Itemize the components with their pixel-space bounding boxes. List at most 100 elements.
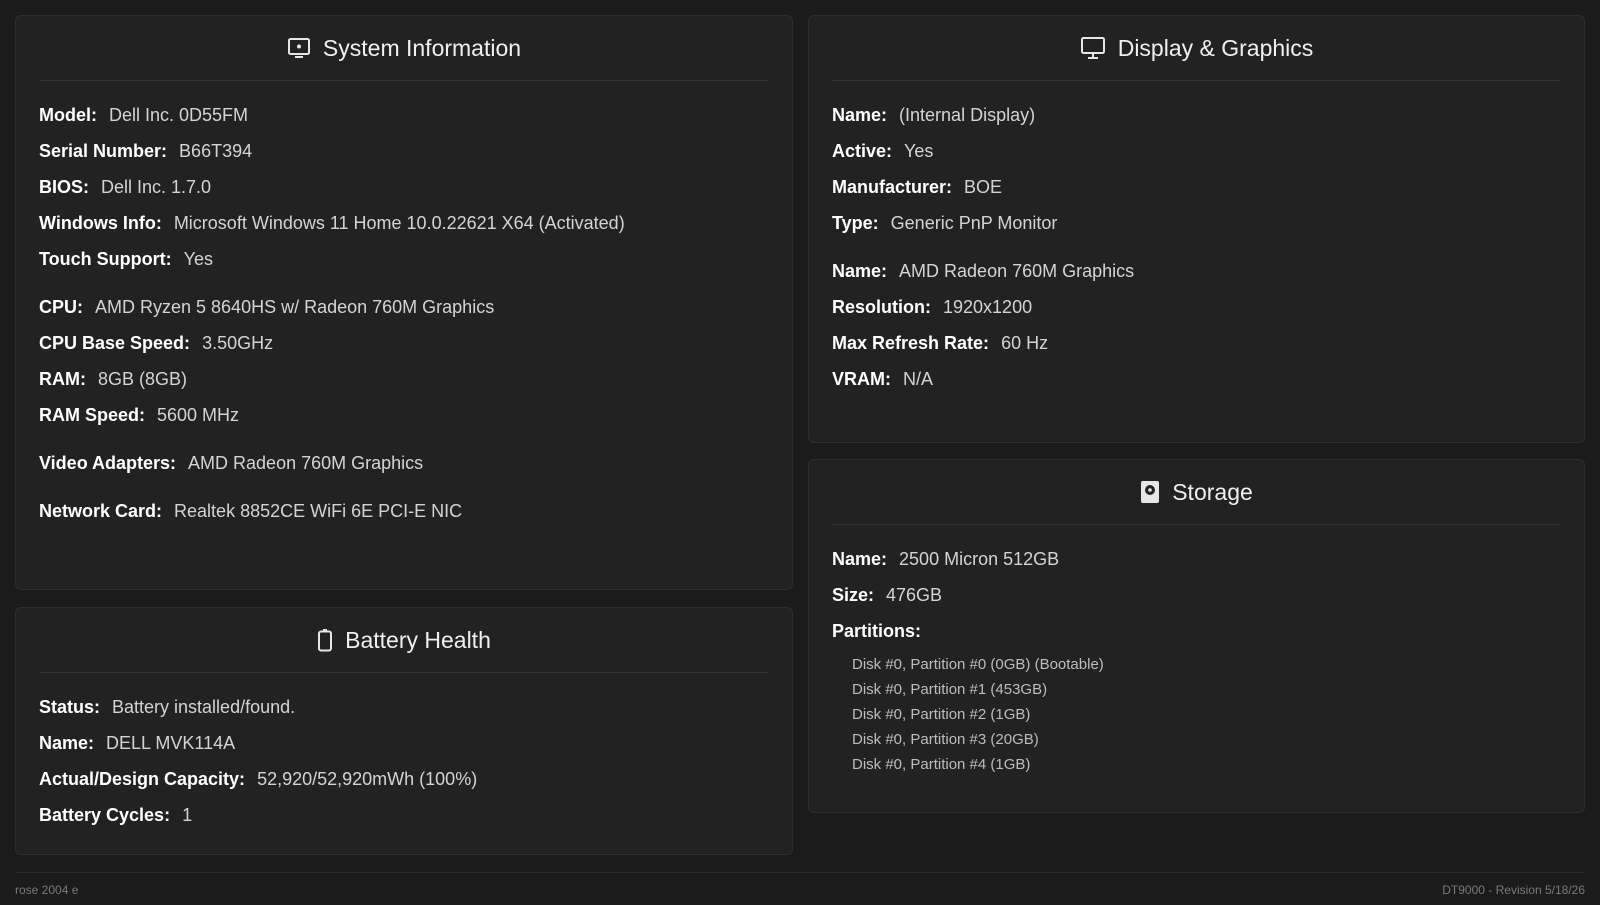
row-value: (Internal Display) [899, 105, 1036, 125]
footer-revision-text: DT9000 - Revision 5/18/26 [1442, 882, 1585, 897]
battery-icon [317, 628, 333, 652]
row-value: 1920x1200 [943, 297, 1033, 317]
row-value: 476GB [886, 585, 943, 605]
row-label: Windows Info: [39, 213, 162, 233]
panel-header: Storage [832, 460, 1561, 525]
row-value: B66T394 [179, 141, 253, 161]
info-row-capacity: Actual/Design Capacity: 52,920/52,920mWh … [39, 768, 769, 790]
row-label: Video Adapters: [39, 453, 177, 473]
panel-title: Battery Health [345, 626, 491, 653]
list-item: Disk #0, Partition #3 (20GB) [852, 731, 1039, 748]
row-value: AMD Ryzen 5 8640HS w/ Radeon 760M Graphi… [95, 297, 495, 317]
info-row-partitions: Partitions: [832, 620, 1561, 642]
battery-health-panel: Battery Health Status: Battery installed/… [15, 607, 793, 855]
panel-title: System Information [322, 34, 522, 61]
row-value: Dell Inc. 1.7.0 [101, 177, 212, 197]
row-label: Size: [832, 585, 875, 605]
row-value: N/A [903, 369, 934, 389]
info-row-model: Model: Dell Inc. 0D55FM [39, 104, 769, 126]
info-row-cpu: CPU: AMD Ryzen 5 8640HS w/ Radeon 760M Gr… [39, 296, 769, 318]
app-window: System Information Model: Dell Inc. 0D55F… [0, 0, 1600, 905]
row-value: 3.50GHz [202, 333, 274, 353]
info-row-ram-speed: RAM Speed: 5600 MHz [39, 404, 769, 426]
info-row-video: Video Adapters: AMD Radeon 760M Graphics [39, 452, 769, 474]
display-rows: Name: (Internal Display) Active: Yes Manuf… [832, 104, 1561, 390]
row-label: Actual/Design Capacity: [39, 769, 246, 789]
info-row-serial: Serial Number: B66T394 [39, 140, 769, 162]
info-row-battery-name: Name: DELL MVK114A [39, 732, 769, 754]
row-value: Microsoft Windows 11 Home 10.0.22621 X64… [173, 213, 625, 233]
monitor-icon [1080, 36, 1106, 60]
storage-rows: Name: 2500 Micron 512GB Size: 476GB Partit… [832, 548, 1561, 777]
disk-icon [1140, 480, 1160, 504]
info-row-type: Type: Generic PnP Monitor [832, 212, 1561, 234]
row-label: Manufacturer: [832, 177, 953, 197]
info-row-manufacturer: Manufacturer: BOE [832, 176, 1561, 198]
footer-left-text: rose 2004 e [15, 882, 79, 897]
info-row-touch: Touch Support: Yes [39, 248, 769, 270]
info-row-resolution: Resolution: 1920x1200 [832, 296, 1561, 318]
row-value: 8GB (8GB) [98, 369, 188, 389]
row-value: Realtek 8852CE WiFi 6E PCI-E NIC [174, 501, 463, 521]
row-value: 60 Hz [1001, 333, 1049, 353]
row-label: Name: [832, 549, 888, 569]
row-label: BIOS: [39, 177, 90, 197]
row-label: Max Refresh Rate: [832, 333, 990, 353]
info-row-disk-name: Name: 2500 Micron 512GB [832, 548, 1561, 570]
computer-icon [287, 37, 311, 59]
row-value: 2500 Micron 512GB [899, 549, 1060, 569]
row-value: Dell Inc. 0D55FM [109, 105, 249, 125]
row-label: Partitions: [832, 621, 922, 641]
list-item: Disk #0, Partition #4 (1GB) [852, 756, 1031, 773]
row-label: Battery Cycles: [39, 805, 171, 825]
row-label: Name: [832, 105, 888, 125]
list-item: Disk #0, Partition #1 (453GB) [852, 681, 1048, 698]
info-row-bios: BIOS: Dell Inc. 1.7.0 [39, 176, 769, 198]
info-row-vram: VRAM: N/A [832, 368, 1561, 390]
display-graphics-panel: Display & Graphics Name: (Internal Displa… [808, 15, 1585, 443]
battery-rows: Status: Battery installed/found. Name: DEL… [39, 696, 769, 826]
row-label: RAM Speed: [39, 405, 146, 425]
info-row-disk-size: Size: 476GB [832, 584, 1561, 606]
row-value: AMD Radeon 760M Graphics [899, 261, 1135, 281]
row-label: Active: [832, 141, 893, 161]
panel-header: Display & Graphics [832, 16, 1561, 81]
row-value: Yes [183, 249, 214, 269]
system-rows: Model: Dell Inc. 0D55FM Serial Number: B66… [39, 104, 769, 522]
row-label: Touch Support: [39, 249, 172, 269]
list-item: Disk #0, Partition #0 (0GB) (Bootable) [852, 656, 1104, 673]
footer: rose 2004 e DT9000 - Revision 5/18/26 [15, 872, 1585, 905]
row-label: CPU Base Speed: [39, 333, 191, 353]
storage-panel: Storage Name: 2500 Micron 512GB Size: 476G… [808, 459, 1585, 813]
row-value: Generic PnP Monitor [890, 213, 1058, 233]
info-row-refresh-rate: Max Refresh Rate: 60 Hz [832, 332, 1561, 354]
row-label: Name: [39, 733, 95, 753]
row-value: 1 [182, 805, 193, 825]
row-label: CPU: [39, 297, 83, 317]
row-label: Type: [832, 213, 879, 233]
row-label: Model: [39, 105, 97, 125]
row-label: RAM: [39, 369, 86, 389]
info-row-windows: Windows Info: Microsoft Windows 11 Home 1… [39, 212, 769, 234]
row-value: 5600 MHz [157, 405, 240, 425]
info-row-active: Active: Yes [832, 140, 1561, 162]
info-row-display-name: Name: (Internal Display) [832, 104, 1561, 126]
info-row-cycles: Battery Cycles: 1 [39, 804, 769, 826]
row-label: Status: [39, 697, 101, 717]
row-label: Name: [832, 261, 888, 281]
info-row-ram: RAM: 8GB (8GB) [39, 368, 769, 390]
row-label: VRAM: [832, 369, 891, 389]
info-row-network: Network Card: Realtek 8852CE WiFi 6E PCI-… [39, 500, 769, 522]
info-row-status: Status: Battery installed/found. [39, 696, 769, 718]
row-value: DELL MVK114A [106, 733, 236, 753]
list-item: Disk #0, Partition #2 (1GB) [852, 706, 1031, 723]
panel-title: Storage [1172, 478, 1253, 505]
row-label: Serial Number: [39, 141, 168, 161]
row-value: 52,920/52,920mWh (100%) [257, 769, 478, 789]
row-value: AMD Radeon 760M Graphics [188, 453, 424, 473]
panel-title: Display & Graphics [1117, 34, 1314, 61]
